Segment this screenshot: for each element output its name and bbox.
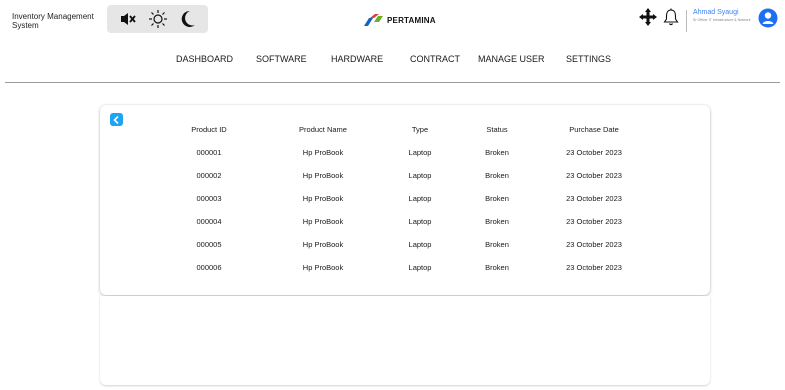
cell-product-id: 000003 (196, 194, 222, 203)
cell-product-name: Hp ProBook (302, 240, 344, 249)
quick-toggles (107, 5, 208, 33)
cell-product-id: 000006 (196, 263, 222, 272)
table-row[interactable]: 000004 Hp ProBook Laptop Broken 23 Octob… (100, 217, 710, 229)
col-header-product-name: Product Name (299, 125, 347, 134)
cell-purchase-date: 23 October 2023 (566, 217, 622, 226)
table-row[interactable]: 000002 Hp ProBook Laptop Broken 23 Octob… (100, 171, 710, 183)
cell-type: Laptop (408, 240, 432, 249)
nav-divider (5, 82, 780, 83)
cell-status: Broken (485, 240, 509, 249)
cell-product-name: Hp ProBook (302, 217, 344, 226)
cell-type: Laptop (408, 263, 432, 272)
table-header-row: Product ID Product Name Type Status Purc… (100, 125, 710, 137)
product-table-card: Product ID Product Name Type Status Purc… (100, 105, 710, 295)
cell-product-name: Hp ProBook (302, 148, 344, 157)
cell-product-name: Hp ProBook (302, 171, 344, 180)
cell-product-name: Hp ProBook (302, 263, 344, 272)
cell-status: Broken (485, 148, 509, 157)
pertamina-mark-icon (364, 14, 383, 26)
cell-product-id: 000002 (196, 171, 222, 180)
chevron-left-icon (113, 115, 119, 124)
col-header-status: Status (486, 125, 508, 134)
table-row[interactable]: 000003 Hp ProBook Laptop Broken 23 Octob… (100, 194, 710, 206)
table-row[interactable]: 000001 Hp ProBook Laptop Broken 23 Octob… (100, 148, 710, 160)
cell-status: Broken (485, 217, 509, 226)
cell-type: Laptop (408, 148, 432, 157)
pertamina-logo: PERTAMINA (362, 13, 436, 27)
cell-product-id: 000001 (196, 148, 222, 157)
col-header-purchase-date: Purchase Date (569, 125, 619, 134)
main-nav: DASHBOARD SOFTWARE HARDWARE CONTRACT MAN… (0, 54, 785, 68)
cell-type: Laptop (408, 217, 432, 226)
user-role: Sr Officer IT Infrastructure & Network (693, 18, 751, 22)
cell-product-name: Hp ProBook (302, 194, 344, 203)
col-header-product-id: Product ID (191, 125, 227, 134)
cell-purchase-date: 23 October 2023 (566, 240, 622, 249)
user-divider (686, 10, 687, 32)
empty-panel (100, 296, 710, 385)
cell-status: Broken (485, 194, 509, 203)
avatar-icon[interactable] (758, 8, 778, 28)
logo-text: PERTAMINA (387, 15, 436, 25)
cell-purchase-date: 23 October 2023 (566, 171, 622, 180)
app-title: Inventory Management System (12, 12, 94, 30)
mute-icon[interactable] (119, 11, 137, 27)
cell-type: Laptop (408, 194, 432, 203)
nav-software[interactable]: SOFTWARE (256, 54, 307, 64)
user-name[interactable]: Ahmad Syaugi (693, 9, 739, 16)
cell-product-id: 000005 (196, 240, 222, 249)
table-row[interactable]: 000006 Hp ProBook Laptop Broken 23 Octob… (100, 263, 710, 275)
bell-icon[interactable] (663, 8, 679, 26)
sun-icon[interactable] (148, 9, 168, 29)
cell-status: Broken (485, 171, 509, 180)
nav-manage-user[interactable]: MANAGE USER (478, 54, 545, 64)
cell-purchase-date: 23 October 2023 (566, 263, 622, 272)
cell-product-id: 000004 (196, 217, 222, 226)
nav-contract[interactable]: CONTRACT (410, 54, 460, 64)
moon-icon[interactable] (180, 10, 196, 28)
cell-status: Broken (485, 263, 509, 272)
nav-settings[interactable]: SETTINGS (566, 54, 611, 64)
cell-type: Laptop (408, 171, 432, 180)
nav-dashboard[interactable]: DASHBOARD (176, 54, 233, 64)
table-row[interactable]: 000005 Hp ProBook Laptop Broken 23 Octob… (100, 240, 710, 252)
cell-purchase-date: 23 October 2023 (566, 148, 622, 157)
move-icon[interactable] (639, 8, 657, 26)
nav-hardware[interactable]: HARDWARE (331, 54, 383, 64)
cell-purchase-date: 23 October 2023 (566, 194, 622, 203)
col-header-type: Type (411, 125, 429, 134)
